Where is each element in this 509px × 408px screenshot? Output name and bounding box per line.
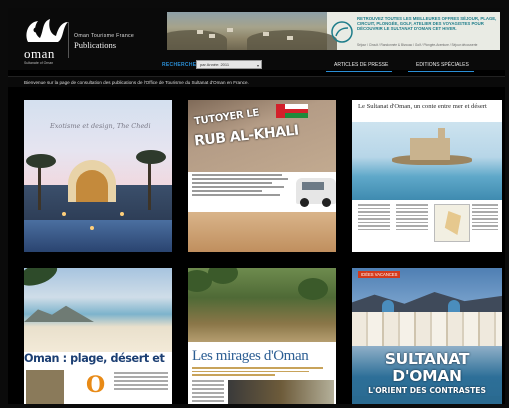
nav-link-press-articles[interactable]: ARTICLES DE PRESSE [334, 62, 388, 68]
palm-frond [136, 150, 166, 164]
banner-subline: Séjour / Circuit / Randonnée & Bivouac /… [357, 43, 478, 47]
article-text [192, 380, 224, 404]
mosque-dome [382, 300, 394, 312]
year-select[interactable]: par Année: 2011 ▾ [196, 60, 262, 69]
banner-house [209, 34, 215, 38]
publication-card[interactable]: TUTOYER LE RUB AL-KHALI [188, 100, 336, 252]
map-image [434, 204, 470, 242]
publication-gallery: Exotisme et design, The Chedi TUTOYER LE [8, 88, 505, 404]
oman-flag-icon [276, 104, 308, 118]
banner-house [287, 36, 293, 40]
header-divider [68, 22, 69, 58]
nav-link-special-editions[interactable]: EDITIONS SPÉCIALES [416, 62, 469, 68]
car-image [296, 178, 336, 207]
logo-tagline: Sultanate of Oman [24, 61, 54, 65]
site-header: oman Sultanate of Oman Oman Tourisme Fra… [8, 8, 505, 72]
welcome-text: Bienvenue sur la page de consultation de… [24, 80, 249, 85]
brand-bottom-line: Publications [74, 40, 117, 50]
article-text [192, 174, 292, 198]
cover-arch-inner [76, 170, 108, 202]
cover-tag: IDÉES VACANCES [358, 271, 401, 278]
year-select-value: par Année: 2011 [200, 62, 230, 67]
chevron-down-icon: ▾ [256, 63, 259, 68]
article-text [358, 204, 390, 232]
banner-photo [167, 12, 337, 50]
lamp-glow [62, 212, 66, 216]
cover-title-line3: L'ORIENT DES CONTRASTES [368, 386, 486, 395]
foliage [298, 278, 328, 300]
oman-logo-icon [26, 19, 68, 42]
cover-tower [438, 128, 445, 148]
cover-caption: Le Sultanat d'Oman, un conte entre mer e… [358, 103, 487, 110]
desert-sand [188, 212, 336, 252]
banner-headline: RETROUVEZ TOUTES LES MEILLEURES OFFRES S… [357, 16, 497, 32]
banner-house [197, 30, 203, 34]
banner-house [263, 32, 269, 36]
cover-caption: Oman : plage, désert et [24, 352, 165, 365]
cover-pool [24, 220, 172, 252]
lamp-glow [120, 212, 124, 216]
publication-card[interactable]: Oman : plage, désert et O [24, 268, 172, 404]
article-text [396, 204, 428, 232]
mosque-dome [448, 300, 460, 312]
nav-underline [326, 71, 392, 72]
drop-cap: O [86, 372, 106, 398]
palm-trunk [148, 156, 151, 210]
brand-title: Oman Tourisme France Publications [74, 33, 134, 50]
cover-caption: Les mirages d'Oman [192, 348, 309, 364]
tourism-logo-icon [331, 21, 353, 43]
lamp-glow [90, 226, 94, 230]
article-photos [228, 380, 334, 404]
cover-caption: Exotisme et design, The Chedi [50, 122, 151, 130]
promo-banner[interactable]: RETROUVEZ TOUTES LES MEILLEURES OFFRES S… [167, 12, 500, 50]
publication-card[interactable]: Les mirages d'Oman [188, 268, 336, 404]
banner-house [227, 28, 233, 32]
article-photo [26, 370, 64, 404]
publication-card[interactable]: Exotisme et design, The Chedi [24, 100, 172, 252]
publication-card[interactable]: Le Sultanat d'Oman, un conte entre mer e… [352, 100, 502, 252]
article-text [114, 372, 168, 392]
brand-top-line: Oman Tourisme France [74, 33, 135, 39]
banner-hill [247, 30, 337, 50]
cover-title-line1: SULTANAT [384, 350, 470, 368]
palm-frond [26, 154, 56, 168]
cover-title-line2: D'OMAN [392, 367, 462, 385]
oman-logo[interactable]: oman Sultanate of Oman [22, 16, 70, 65]
app-frame: oman Sultanate of Oman Oman Tourisme Fra… [8, 8, 505, 404]
publication-card[interactable]: IDÉES VACANCES SULTANAT D'OMAN L'ORIENT … [352, 268, 502, 404]
cover-houses [352, 312, 502, 346]
search-label: RECHERCHE [162, 62, 197, 68]
article-lead [192, 367, 330, 378]
nav-underline [408, 71, 474, 72]
cover-water [352, 396, 502, 404]
article-text [472, 204, 498, 232]
logo-word: oman [24, 46, 55, 61]
